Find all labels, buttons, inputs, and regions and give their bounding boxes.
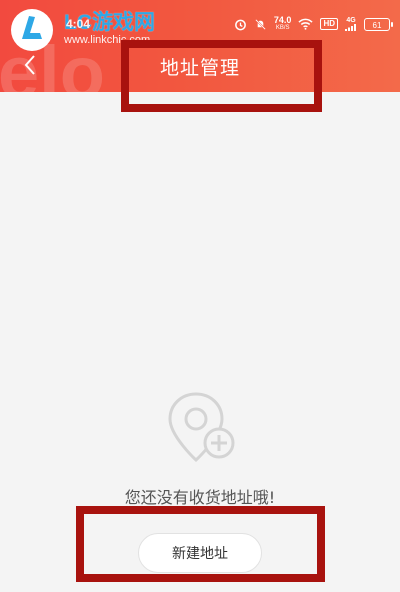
cellular-signal: 4G [345, 17, 357, 31]
new-address-button[interactable]: 新建地址 [138, 533, 262, 573]
status-time: 4:04 [66, 17, 91, 31]
watermark-url: www.linkchic.com [64, 34, 151, 46]
network-speed-unit: KB/S [275, 25, 290, 31]
network-speed: 74.0 KB/S [274, 16, 292, 32]
battery-level: 61 [372, 20, 382, 30]
logo-icon [11, 9, 53, 51]
signal-bars-icon [345, 24, 356, 31]
page-title: 地址管理 [159, 57, 240, 79]
network-type-label: 4G [346, 17, 356, 24]
mute-bell-icon [255, 18, 266, 30]
empty-address-message: 您还没有收货地址哦! [124, 488, 276, 507]
battery-indicator: 61 [364, 17, 393, 31]
hd-badge: HD [320, 18, 338, 30]
status-icons: 74.0 KB/S HD 4G 61 [234, 14, 393, 34]
alarm-icon [235, 19, 246, 30]
network-speed-value: 74.0 [273, 15, 292, 25]
top-header: elo LC游戏网 www.linkchic.com 4:04 74.0 KB/… [0, 0, 400, 92]
wifi-icon [298, 18, 314, 30]
add-location-icon [168, 392, 235, 463]
